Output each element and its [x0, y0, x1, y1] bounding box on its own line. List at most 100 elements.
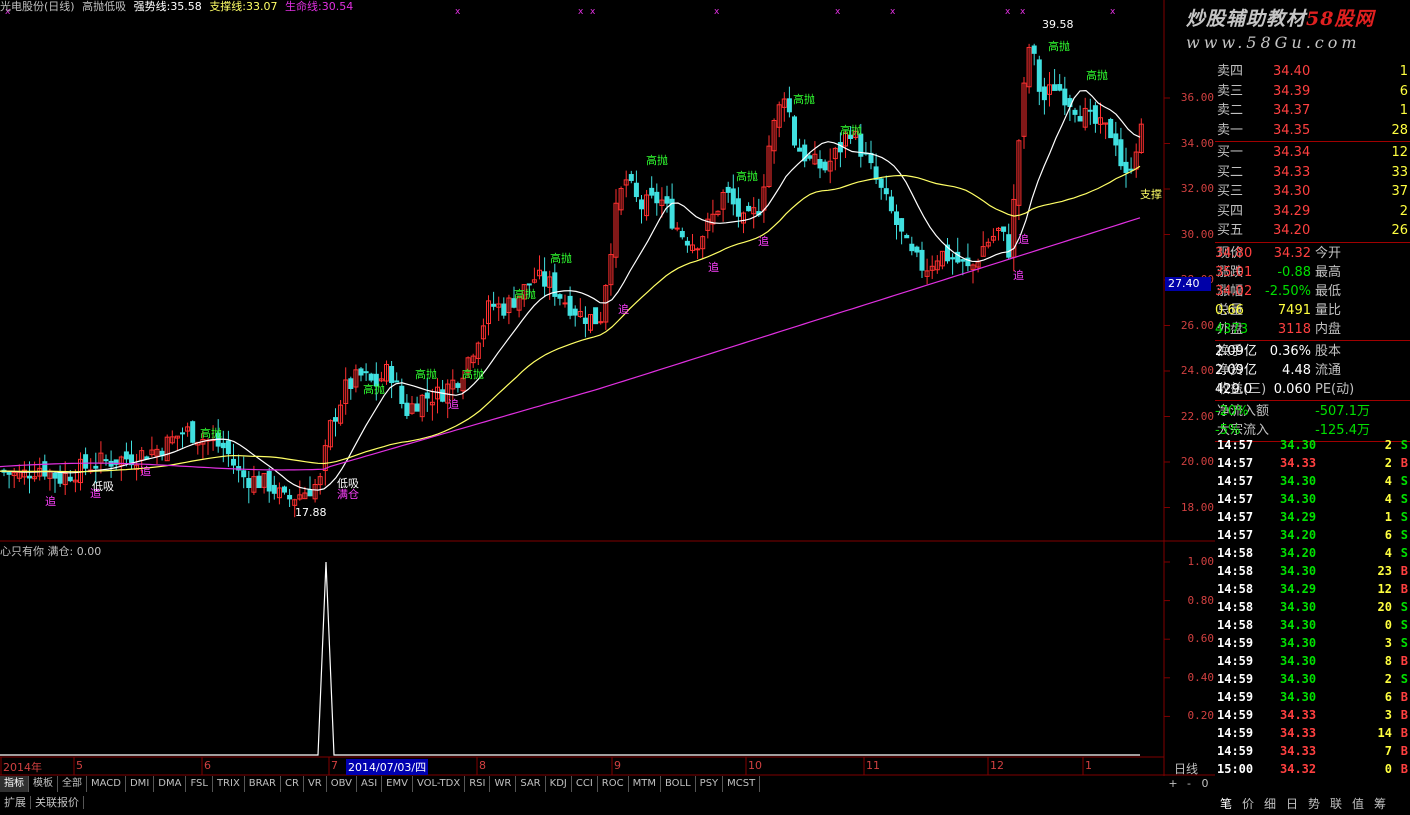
tick-price: 34.20	[1280, 528, 1317, 542]
tick-side: S	[1400, 528, 1408, 542]
quote-cell: 股本	[1315, 343, 1342, 359]
candle-body	[1057, 84, 1063, 91]
tick-price: 34.33	[1280, 726, 1317, 740]
indicator-tab[interactable]: EMV	[382, 776, 413, 792]
indicator-tab[interactable]: ASI	[357, 776, 383, 792]
indicator-tab[interactable]: TRIX	[213, 776, 245, 792]
panel-tab[interactable]: 日	[1281, 795, 1303, 812]
tick-volume: 6	[1384, 528, 1392, 542]
panel-tab[interactable]: 值	[1347, 795, 1369, 812]
indicator-tab[interactable]: OBV	[327, 776, 357, 792]
indicator-tab[interactable]: RSI	[465, 776, 491, 792]
candle-body	[287, 494, 293, 500]
candle-body	[333, 417, 338, 422]
candle-body	[368, 373, 374, 381]
support-label: 支撑线:	[209, 0, 247, 13]
tick-side: S	[1400, 474, 1408, 488]
indicator-tab[interactable]: VR	[304, 776, 327, 792]
indicator-tab[interactable]: ROC	[598, 776, 629, 792]
kline-chart[interactable]: xxxxxxxxxx	[0, 0, 1215, 795]
bottom-tabs: 笔价细日势联值筹	[1215, 795, 1410, 815]
quote-cell: 34.40	[1273, 64, 1311, 79]
tick-volume: 14	[1377, 726, 1392, 740]
indicator-tab[interactable]: WR	[490, 776, 517, 792]
tick-time: 14:58	[1217, 618, 1254, 632]
quote-cell: 2.09亿	[1215, 343, 1257, 359]
zoom-control[interactable]: -	[1181, 777, 1197, 790]
candle-body	[792, 116, 797, 146]
tick-volume: 12	[1377, 582, 1392, 596]
indicator-tab[interactable]: VOL-TDX	[413, 776, 466, 792]
extra-tab[interactable]: 关联报价	[31, 796, 84, 809]
indicator-tab[interactable]: MCST	[723, 776, 761, 792]
chart-annotation: 高抛	[363, 383, 385, 396]
panel-tab[interactable]: 笔	[1215, 795, 1237, 812]
tick-side: B	[1400, 690, 1408, 704]
zoom-control[interactable]: 0	[1197, 777, 1213, 790]
tick-volume: 2	[1384, 672, 1392, 686]
panel-tab[interactable]: 筹	[1369, 795, 1391, 812]
indicator-tab[interactable]: MACD	[87, 776, 126, 792]
x-tick-label: 8	[479, 759, 486, 772]
indicator-tab[interactable]: PSY	[696, 776, 724, 792]
quote-cell: 2	[1399, 203, 1408, 219]
bid-row: 买一 34.34 12	[1215, 143, 1410, 162]
quote-cell: -20%	[1215, 403, 1249, 419]
bid-row: 买三 34.30 37	[1215, 182, 1410, 201]
chart-annotation: 高抛	[462, 368, 484, 381]
y-tick-label: 20.00	[1180, 455, 1214, 468]
x-tick-label: 7	[331, 759, 338, 772]
zoom-control[interactable]: +	[1165, 777, 1181, 790]
indicator-tab[interactable]: CR	[281, 776, 304, 792]
divider	[1215, 399, 1410, 401]
indicator-tab[interactable]: 全部	[58, 776, 87, 792]
tick-side: B	[1400, 726, 1408, 740]
extra-tab[interactable]: 扩展	[0, 796, 31, 809]
tick-price: 34.33	[1280, 744, 1317, 758]
quote-cell: 0.66	[1215, 302, 1244, 318]
indicator-tab[interactable]: DMA	[154, 776, 187, 792]
panel-tab[interactable]: 联	[1325, 795, 1347, 812]
candle-body	[1052, 84, 1058, 91]
tick-row: 14:58 34.29 12 B	[1215, 580, 1410, 598]
quote-cell: 最高	[1315, 264, 1342, 280]
indicator-tab[interactable]: MTM	[629, 776, 661, 792]
period-label[interactable]: 日线	[1174, 760, 1198, 777]
indicator-tab[interactable]: BRAR	[245, 776, 281, 792]
candle-body	[679, 230, 685, 238]
sub-value: 0.00	[76, 545, 102, 558]
quote-cell: 卖四	[1217, 64, 1244, 79]
indicator-tab[interactable]: CCI	[572, 776, 598, 792]
candle-body	[67, 476, 73, 482]
life-value: 30.54	[321, 0, 354, 13]
panel-tab[interactable]: 势	[1303, 795, 1325, 812]
stock-name: 光电股份(日线)	[0, 0, 75, 13]
panel-tab[interactable]: 价	[1237, 795, 1259, 812]
tick-row: 14:57 34.33 2 B	[1215, 454, 1410, 472]
candle-body	[414, 403, 420, 412]
tick-row: 14:59 34.30 3 S	[1215, 634, 1410, 652]
candle-body	[633, 182, 639, 198]
panel-tab[interactable]: 细	[1259, 795, 1281, 812]
indicator-tab[interactable]: DMI	[126, 776, 155, 792]
candle-body	[424, 392, 430, 399]
tick-row: 14:59 34.30 2 S	[1215, 670, 1410, 688]
top-marker: x	[1110, 7, 1116, 17]
candle-body	[1092, 105, 1098, 124]
ask-row: 卖三 34.39 6	[1215, 82, 1410, 101]
indicator-tab[interactable]: SAR	[516, 776, 546, 792]
candle-body	[358, 368, 364, 376]
indicator-tab[interactable]: 模板	[29, 776, 58, 792]
indicator-tab[interactable]: KDJ	[546, 776, 572, 792]
candle-body	[786, 98, 792, 113]
candle-body	[1113, 133, 1119, 146]
indicator-tab[interactable]: BOLL	[661, 776, 696, 792]
candle-body	[123, 451, 129, 460]
y-tick-label: 36.00	[1180, 91, 1214, 104]
indicator-tab[interactable]: FSL	[186, 776, 213, 792]
indicator-tab[interactable]: 指标	[0, 776, 29, 792]
tick-price: 34.30	[1280, 600, 1317, 614]
top-marker: x	[890, 7, 896, 17]
tick-volume: 6	[1384, 690, 1392, 704]
tick-volume: 4	[1384, 546, 1392, 560]
